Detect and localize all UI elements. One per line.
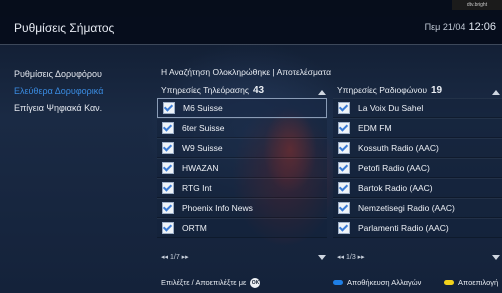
header-bar: dtv.bright Ρυθμίσεις Σήματος Πεμ 21/04 1… [0,0,502,44]
tv-service-name: Phoenix Info News [182,203,253,213]
radio-service-row[interactable]: Nemzetisegi Radio (AAC) [333,198,502,218]
checkbox-checked-icon[interactable] [338,202,350,214]
checkbox-checked-icon[interactable] [162,222,174,234]
tv-screen: dtv.bright Ρυθμίσεις Σήματος Πεμ 21/04 1… [0,0,502,293]
deselect-legend[interactable]: Αποεπιλογή [444,278,498,287]
tv-service-name: 6ter Suisse [182,123,225,133]
scan-status: Η Αναζήτηση Ολοκληρώθηκε | Αποτελέσματα [161,67,331,77]
checkbox-checked-icon[interactable] [338,182,350,194]
checkbox-checked-icon[interactable] [338,222,350,234]
radio-service-name: Petofi Radio (AAC) [358,163,430,173]
blue-key-icon [333,280,343,285]
settings-menu: Ρυθμίσεις Δορυφόρου Ελεύθερα Δορυφορικά … [14,66,103,117]
menu-item-free-satellite[interactable]: Ελεύθερα Δορυφορικά [14,83,103,100]
radio-scroll-down-icon[interactable] [492,255,500,260]
yellow-key-icon [444,280,454,285]
radio-service-name: Parlamenti Radio (AAC) [358,223,449,233]
tv-scroll-down-icon[interactable] [318,255,326,260]
radio-service-name: La Voix Du Sahel [358,103,424,113]
select-hint-text: Επιλέξτε / Αποεπιλέξτε με [161,278,247,287]
clock-date: Πεμ 21/04 [424,22,466,32]
tv-service-row[interactable]: Phoenix Info News [157,198,327,218]
tv-service-row[interactable]: RTG Int [157,178,327,198]
radio-service-row[interactable]: Kossuth Radio (AAC) [333,138,502,158]
tv-services-list: M6 Suisse 6ter Suisse W9 Suisse HWAZAN R… [157,98,327,238]
radio-pager: ◂◂ 1/3 ▸▸ [337,253,365,261]
checkbox-checked-icon[interactable] [163,102,175,114]
checkbox-checked-icon[interactable] [338,142,350,154]
tv-service-name: ORTM [182,223,207,233]
pager-next-icon[interactable]: ▸▸ [358,254,365,261]
tv-service-name: RTG Int [182,183,212,193]
checkbox-checked-icon[interactable] [162,122,174,134]
tv-service-row[interactable]: W9 Suisse [157,138,327,158]
radio-service-name: Bartok Radio (AAC) [358,183,433,193]
tv-pager: ◂◂ 1/7 ▸▸ [161,253,189,261]
tv-page-indicator: 1/7 [169,254,180,261]
pager-prev-icon[interactable]: ◂◂ [337,254,344,261]
tv-services-label: Υπηρεσίες Τηλεόρασης [161,85,249,95]
checkbox-checked-icon[interactable] [338,162,350,174]
page-title: Ρυθμίσεις Σήματος [14,21,115,35]
checkbox-checked-icon[interactable] [338,122,350,134]
radio-services-label: Υπηρεσίες Ραδιοφώνου [337,85,427,95]
deselect-label: Αποεπιλογή [458,278,499,287]
radio-service-row[interactable]: EDM FM [333,118,502,138]
radio-service-row[interactable]: Parlamenti Radio (AAC) [333,218,502,238]
checkbox-checked-icon[interactable] [338,102,350,114]
radio-scroll-up-icon[interactable] [492,90,500,95]
header-divider [0,44,502,45]
tv-service-name: W9 Suisse [182,143,223,153]
menu-item-terrestrial-digital[interactable]: Επίγεια Ψηφιακά Καν. [14,100,103,117]
clock: Πεμ 21/04 12:06 [425,21,496,33]
tv-service-name: M6 Suisse [183,103,223,113]
tv-service-row[interactable]: M6 Suisse [157,98,327,118]
tv-service-name: HWAZAN [182,163,219,173]
tv-service-row[interactable]: ORTM [157,218,327,238]
radio-service-row[interactable]: Bartok Radio (AAC) [333,178,502,198]
save-changes-legend[interactable]: Αποθήκευση Αλλαγών [333,278,421,287]
ok-button-icon: OK [250,278,261,289]
tv-services-count: 43 [253,85,265,96]
tv-service-row[interactable]: HWAZAN [157,158,327,178]
radio-service-row[interactable]: Petofi Radio (AAC) [333,158,502,178]
radio-service-name: EDM FM [358,123,392,133]
radio-service-name: Kossuth Radio (AAC) [358,143,439,153]
menu-item-satellite-settings[interactable]: Ρυθμίσεις Δορυφόρου [14,66,103,83]
checkbox-checked-icon[interactable] [162,162,174,174]
checkbox-checked-icon[interactable] [162,182,174,194]
tv-service-row[interactable]: 6ter Suisse [157,118,327,138]
checkbox-checked-icon[interactable] [162,202,174,214]
pager-prev-icon[interactable]: ◂◂ [161,254,168,261]
radio-services-count: 19 [430,85,443,96]
clock-time: 12:06 [468,21,496,33]
select-hint: Επιλέξτε / Αποεπιλέξτε με OK [161,278,261,289]
pager-next-icon[interactable]: ▸▸ [182,254,189,261]
save-changes-label: Αποθήκευση Αλλαγών [347,278,422,287]
tv-scroll-up-icon[interactable] [318,90,326,95]
radio-service-row[interactable]: La Voix Du Sahel [333,98,502,118]
radio-service-name: Nemzetisegi Radio (AAC) [358,203,455,213]
radio-services-header: Υπηρεσίες Ραδιοφώνου 19 [337,85,442,96]
tv-services-header: Υπηρεσίες Τηλεόρασης 43 [161,85,264,96]
radio-page-indicator: 1/3 [345,254,356,261]
radio-services-list: La Voix Du Sahel EDM FM Kossuth Radio (A… [333,98,502,238]
checkbox-checked-icon[interactable] [162,142,174,154]
corner-label: dtv.bright [452,0,502,10]
